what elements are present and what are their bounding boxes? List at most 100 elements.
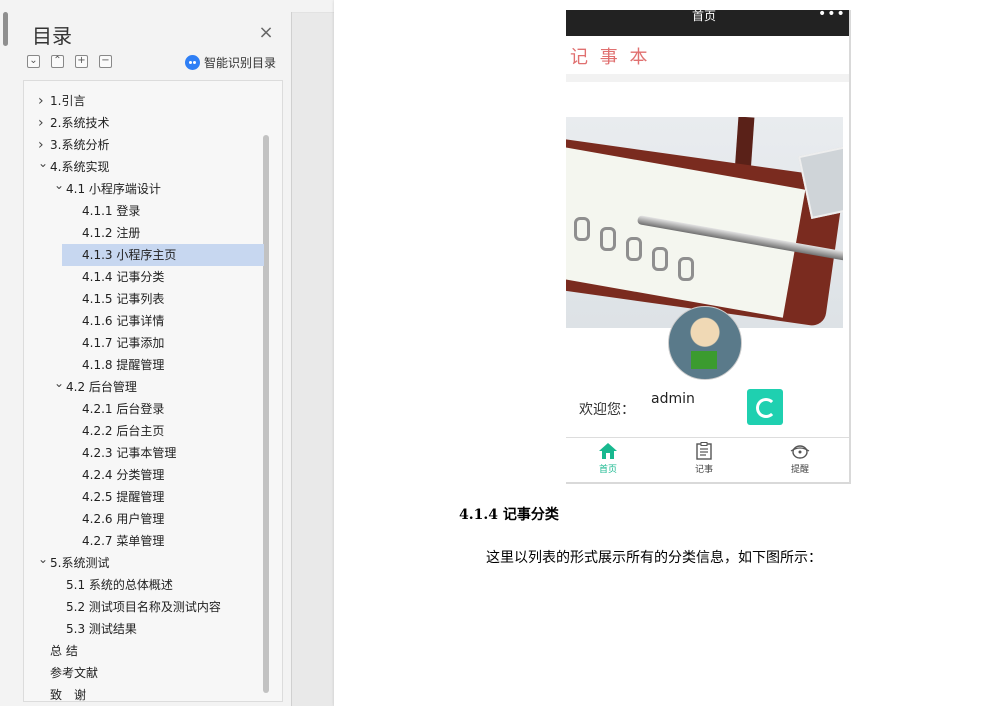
toc-list: › 1.引言 › 2.系统技术 › 3.系统分析 ⌄ 4.系统实现 ⌄ 4.1 小程序端设计 4.1… (23, 80, 283, 702)
toc-item[interactable]: › 2.系统技术 (24, 112, 264, 134)
toc-item-label: 4.1.4 记事分类 (82, 270, 165, 284)
app-logo-text: 记 事 本 (570, 47, 651, 68)
avatar (668, 306, 742, 380)
toc-title: 目录 (32, 24, 72, 48)
toc-item-label: 4.2.2 后台主页 (82, 424, 165, 438)
toc-item[interactable]: 5.3 测试结果 (24, 618, 264, 640)
toc-item-label: 参考文献 (50, 666, 99, 680)
toc-item[interactable]: 4.1.6 记事详情 (24, 310, 264, 332)
toc-item[interactable]: 4.2.6 用户管理 (24, 508, 264, 530)
phone-page-title: 首页 (692, 10, 717, 23)
chevron-down-icon[interactable]: ⌄ (38, 156, 48, 170)
ring-binding (574, 217, 590, 241)
avatar-book (691, 351, 717, 369)
toc-item[interactable]: 4.2.1 后台登录 (24, 398, 264, 420)
username: admin (651, 391, 695, 407)
chevron-down-icon[interactable]: ⌄ (54, 376, 64, 390)
section-heading: 4.1.4 记事分类 (459, 507, 559, 523)
toc-sidebar: 目录 × ⌄ ⌃ + − 智能识别目录 › 1.引言 › 2.系统技术 › 3.系统分析 ⌄… (0, 12, 291, 706)
chevron-right-icon[interactable]: › (38, 134, 46, 153)
sidebar-scroll-handle[interactable] (3, 12, 8, 46)
chevron-right-icon[interactable]: › (38, 90, 46, 109)
toc-item-label: 5.3 测试结果 (66, 622, 137, 636)
toc-item-label: 4.1.6 记事详情 (82, 314, 165, 328)
toc-item-label: 4.1.3 小程序主页 (82, 248, 177, 262)
banner-image (566, 117, 843, 328)
tab-notes[interactable]: 记事 (674, 442, 734, 475)
toc-item[interactable]: 4.1.1 登录 (24, 200, 264, 222)
close-toc-button[interactable]: × (256, 23, 276, 43)
tab-home-label: 首页 (598, 465, 617, 475)
toc-item-label: 3.系统分析 (50, 138, 110, 152)
toc-item-label: 4.2.6 用户管理 (82, 512, 165, 526)
toc-item-label: 4.2.4 分类管理 (82, 468, 165, 482)
toc-item-label: 致 谢 (50, 688, 87, 702)
toc-item[interactable]: ⌄ 4.系统实现 (24, 156, 264, 178)
toc-item-label: 5.2 测试项目名称及测试内容 (66, 600, 221, 614)
chevron-down-icon[interactable]: ⌄ (54, 178, 64, 192)
add-level-icon[interactable]: + (75, 55, 88, 68)
toc-item[interactable]: 5.1 系统的总体概述 (24, 574, 264, 596)
toc-item-label: 4.1.5 记事列表 (82, 292, 165, 306)
toc-item[interactable]: 4.2.2 后台主页 (24, 420, 264, 442)
toc-item-label: 4.2.7 菜单管理 (82, 534, 165, 548)
toc-item-label: 4.2.1 后台登录 (82, 402, 165, 416)
phone-screenshot: 首页 ••• 记 事 本 欢迎您： admin 首页 记事 提醒 (566, 10, 851, 484)
tab-reminder[interactable]: 提醒 (770, 442, 830, 475)
toc-item-label: 4.1 小程序端设计 (66, 182, 161, 196)
ai-robot-icon (185, 54, 200, 70)
toc-item-label: 1.引言 (50, 94, 86, 108)
smart-toc-label: 智能识别目录 (204, 55, 277, 70)
sidebar-divider (291, 12, 292, 706)
toc-item-label: 2.系统技术 (50, 116, 110, 130)
toc-item[interactable]: 4.1.8 提醒管理 (24, 354, 264, 376)
ring-binding (600, 227, 616, 251)
toc-item[interactable]: ⌄ 5.系统测试 (24, 552, 264, 574)
toc-item-label: 4.系统实现 (50, 160, 110, 174)
toc-item[interactable]: 4.2.5 提醒管理 (24, 486, 264, 508)
smart-toc-button[interactable]: 智能识别目录 (185, 53, 276, 71)
phone-nav-bar: 首页 ••• (566, 10, 849, 36)
home-icon (599, 443, 617, 459)
toc-item[interactable]: ⌄ 4.1 小程序端设计 (24, 178, 264, 200)
toc-item-label: 4.2 后台管理 (66, 380, 137, 394)
welcome-label: 欢迎您： (579, 402, 635, 418)
chevron-down-icon[interactable]: ⌄ (38, 552, 48, 566)
toc-item[interactable]: 4.2.7 菜单管理 (24, 530, 264, 552)
toc-item[interactable]: 4.1.2 注册 (24, 222, 264, 244)
phone-tab-bar: 首页 记事 提醒 (566, 437, 849, 482)
toc-item[interactable]: › 1.引言 (24, 90, 264, 112)
document-page: 首页 ••• 记 事 本 欢迎您： admin 首页 记事 提醒 4.1.4 记… (334, 0, 992, 706)
toc-item[interactable]: 参考文献 (24, 662, 264, 684)
toc-item[interactable]: 4.2.3 记事本管理 (24, 442, 264, 464)
toc-item[interactable]: 4.2.4 分类管理 (24, 464, 264, 486)
ring-binding (652, 247, 668, 271)
toc-item[interactable]: › 3.系统分析 (24, 134, 264, 156)
tab-home[interactable]: 首页 (578, 442, 638, 475)
toc-item-label: 4.2.5 提醒管理 (82, 490, 165, 504)
phone-separator (566, 74, 849, 82)
more-menu-icon[interactable]: ••• (818, 10, 846, 21)
refresh-button[interactable] (747, 389, 783, 425)
toc-item-label: 5.1 系统的总体概述 (66, 578, 173, 592)
toc-item[interactable]: ⌄ 4.2 后台管理 (24, 376, 264, 398)
ring-binding (626, 237, 642, 261)
notebook-icon (696, 442, 712, 460)
remove-level-icon[interactable]: − (99, 55, 112, 68)
collapse-all-icon[interactable]: ⌄ (27, 55, 40, 68)
tab-notes-label: 记事 (694, 465, 713, 475)
chevron-right-icon[interactable]: › (38, 112, 46, 131)
toc-item-label: 4.1.1 登录 (82, 204, 141, 218)
toc-item-label: 总 结 (50, 644, 78, 658)
toc-item[interactable]: 5.2 测试项目名称及测试内容 (24, 596, 264, 618)
toc-item[interactable]: 4.1.5 记事列表 (24, 288, 264, 310)
toc-item[interactable]: 4.1.3 小程序主页 (62, 244, 264, 266)
toc-item[interactable]: 4.1.4 记事分类 (24, 266, 264, 288)
toc-item[interactable]: 总 结 (24, 640, 264, 662)
toc-item[interactable]: 4.1.7 记事添加 (24, 332, 264, 354)
ring-binding (678, 257, 694, 281)
expand-up-icon[interactable]: ⌃ (51, 55, 64, 68)
reminder-icon (790, 445, 810, 459)
toc-item[interactable]: 致 谢 (24, 684, 264, 702)
toc-item-label: 5.系统测试 (50, 556, 110, 570)
